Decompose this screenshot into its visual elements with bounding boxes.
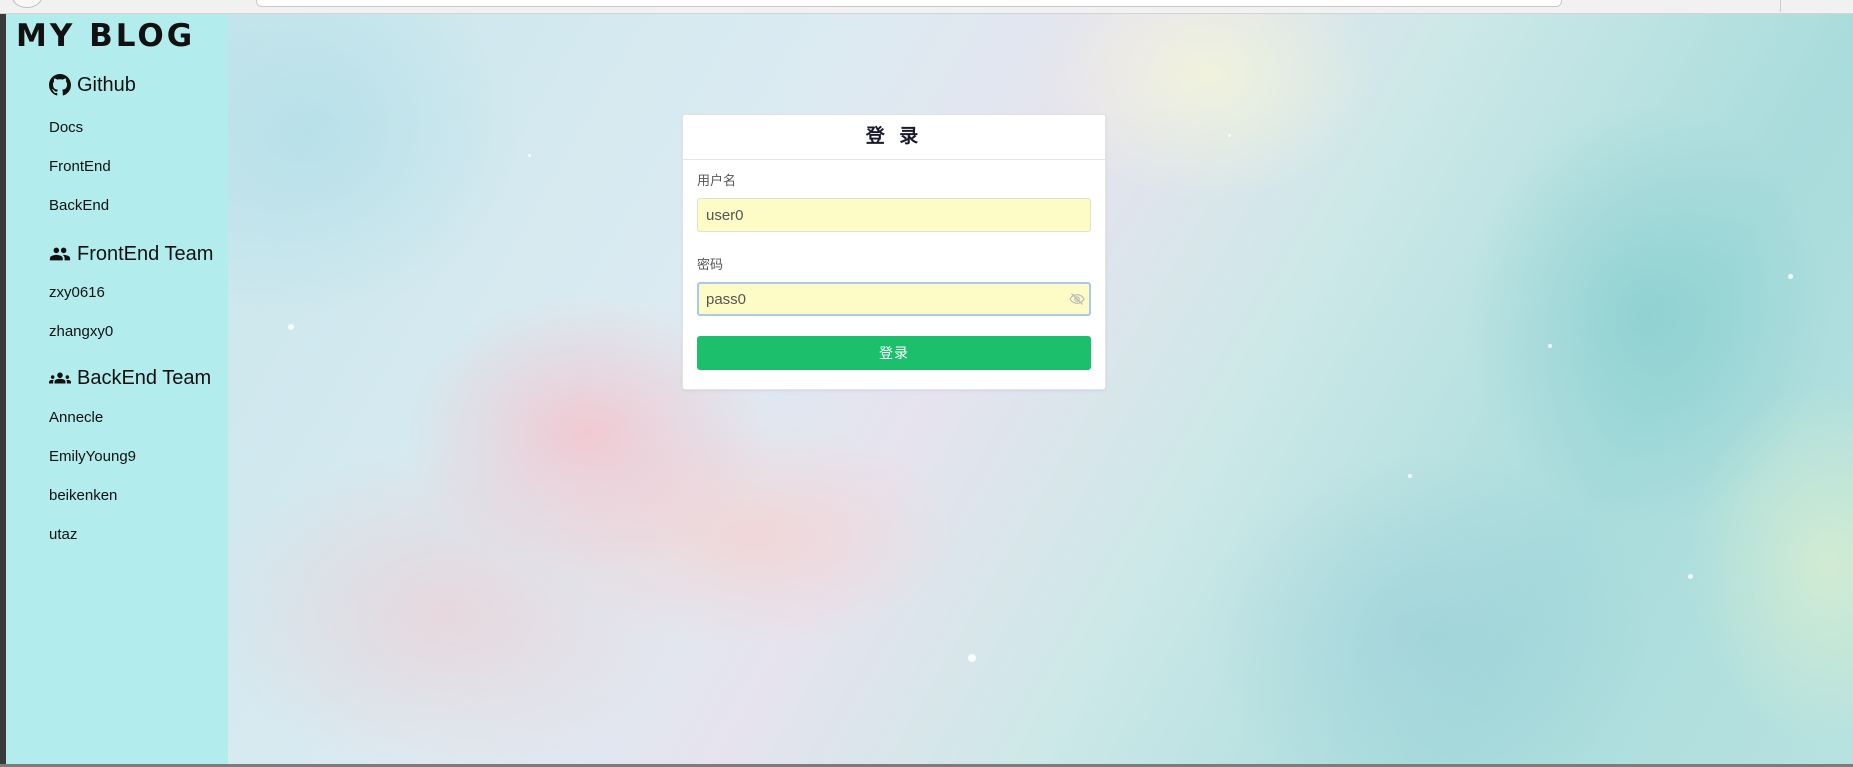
sidebar-section-github: Github Docs FrontEnd BackEnd	[6, 70, 228, 225]
background-speck	[1408, 474, 1412, 478]
sidebar-link-zhangxy0[interactable]: zhangxy0	[49, 312, 228, 351]
sidebar-section-header[interactable]: BackEnd Team	[49, 363, 228, 393]
sidebar-section-header[interactable]: FrontEnd Team	[49, 239, 228, 269]
background-speck	[528, 154, 531, 157]
browser-toolbar	[0, 0, 1853, 14]
sidebar-link-zxy0616[interactable]: zxy0616	[49, 273, 228, 312]
people-icon	[49, 247, 71, 261]
background-speck	[1788, 274, 1793, 279]
username-label: 用户名	[697, 173, 737, 188]
sidebar-link-utaz[interactable]: utaz	[49, 515, 228, 554]
address-bar[interactable]	[256, 0, 1562, 7]
background-speck	[1228, 134, 1231, 137]
sidebar-section-frontend-team: FrontEnd Team zxy0616 zhangxy0	[6, 239, 228, 351]
login-title: 登 录	[683, 115, 1105, 160]
username-field-wrap	[697, 198, 1091, 232]
password-field-wrap	[697, 282, 1091, 316]
app: MY BLOG Github Docs FrontEnd BackEnd Fro…	[6, 14, 1853, 764]
background-speck	[1688, 574, 1693, 579]
background-speck	[288, 324, 294, 330]
sidebar-link-docs[interactable]: Docs	[49, 108, 228, 147]
sidebar-section-title: BackEnd Team	[77, 366, 212, 389]
background-speck	[1548, 344, 1552, 348]
sidebar-section-title: Github	[77, 73, 136, 96]
login-button[interactable]: 登录	[697, 336, 1091, 370]
sidebar-section-title: FrontEnd Team	[77, 242, 214, 265]
toolbar-divider	[1780, 0, 1781, 12]
username-input[interactable]	[697, 198, 1091, 232]
sidebar-link-frontend[interactable]: FrontEnd	[49, 147, 228, 186]
group-icon	[49, 372, 71, 384]
sidebar-link-backend[interactable]: BackEnd	[49, 186, 228, 225]
sidebar-link-annecle[interactable]: Annecle	[49, 398, 228, 437]
password-label: 密码	[697, 257, 724, 272]
sidebar: MY BLOG Github Docs FrontEnd BackEnd Fro…	[6, 14, 228, 764]
background-speck	[968, 654, 976, 662]
brand-title: MY BLOG	[16, 18, 196, 54]
login-form: 用户名 密码 登录	[683, 160, 1105, 370]
password-input[interactable]	[697, 282, 1091, 316]
login-card: 登 录 用户名 密码 登录	[682, 114, 1106, 390]
github-icon	[49, 74, 71, 96]
sidebar-section-header[interactable]: Github	[49, 70, 228, 100]
sidebar-section-backend-team: BackEnd Team Annecle EmilyYoung9 beikenk…	[6, 363, 228, 554]
eye-slash-icon[interactable]	[1069, 291, 1085, 307]
main-content: 登 录 用户名 密码 登录	[228, 14, 1853, 764]
back-button[interactable]	[12, 0, 42, 8]
sidebar-link-emilyyoung9[interactable]: EmilyYoung9	[49, 437, 228, 476]
sidebar-link-beikenken[interactable]: beikenken	[49, 476, 228, 515]
